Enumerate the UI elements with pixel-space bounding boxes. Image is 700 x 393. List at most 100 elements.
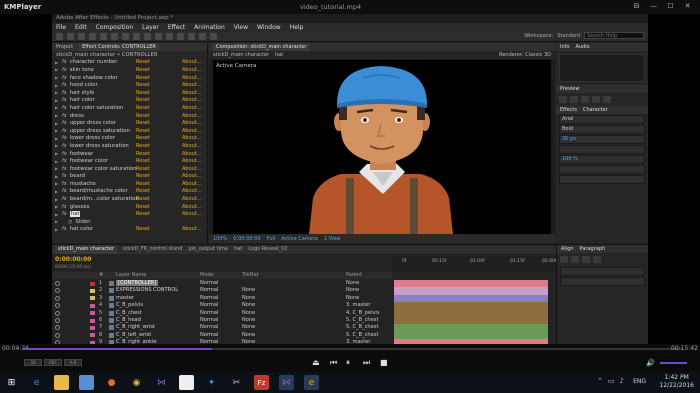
effect-row[interactable]: ▶ fx face shadow color Reset About... bbox=[52, 74, 207, 82]
fx-icon[interactable]: fx bbox=[62, 158, 67, 164]
pause-icon[interactable]: ⏸ bbox=[346, 358, 350, 368]
tab-logo-reveal[interactable]: Logo Reveal_02 bbox=[248, 245, 287, 254]
fx-icon[interactable]: fx bbox=[62, 82, 67, 88]
reset-link[interactable]: Reset bbox=[136, 166, 150, 172]
about-link[interactable]: About... bbox=[182, 151, 202, 157]
label-color-swatch[interactable] bbox=[90, 303, 95, 308]
effect-row[interactable]: ▶ fx lower dress color Reset About... bbox=[52, 135, 207, 143]
trkmat-select[interactable]: None bbox=[242, 302, 255, 308]
chrome-icon[interactable]: ◉ bbox=[129, 375, 144, 390]
expand-triangle-icon[interactable]: ▶ bbox=[55, 197, 59, 202]
rec-button[interactable]: REC bbox=[44, 359, 62, 366]
effect-row[interactable]: ▶ fx glasses Reset About... bbox=[52, 203, 207, 211]
reset-link[interactable]: Reset bbox=[136, 196, 150, 202]
parent-select[interactable]: 5. C_B_chest bbox=[346, 324, 378, 330]
label-color-swatch[interactable] bbox=[90, 333, 95, 338]
reset-link[interactable]: Reset bbox=[136, 135, 150, 141]
reset-link[interactable]: Reset bbox=[136, 211, 150, 217]
pin-icon[interactable]: ⊟ bbox=[630, 2, 643, 11]
parent-select[interactable]: 3. master bbox=[346, 302, 370, 308]
indent-field[interactable] bbox=[560, 267, 645, 276]
menu-window[interactable]: Window bbox=[257, 24, 281, 31]
tab-effect-controls[interactable]: Effect Controls: CONTROLLER bbox=[79, 43, 159, 51]
fx-icon[interactable]: fx bbox=[62, 166, 67, 172]
search-help-input[interactable]: Search Help bbox=[584, 32, 644, 39]
parent-select[interactable]: 4. C_B_pelvis bbox=[346, 310, 380, 316]
reset-link[interactable]: Reset bbox=[136, 90, 150, 96]
effect-row[interactable]: ▶ fx hair color saturation Reset About... bbox=[52, 104, 207, 112]
puppet-tool-icon[interactable] bbox=[210, 33, 217, 40]
about-link[interactable]: About... bbox=[182, 90, 202, 96]
layer-row[interactable]: 6 C_B_head Normal None 5. C_B_chest bbox=[52, 317, 392, 324]
about-link[interactable]: About... bbox=[182, 75, 202, 81]
fx-icon[interactable]: fx bbox=[62, 181, 67, 187]
fx-icon[interactable]: fx bbox=[62, 120, 67, 126]
label-color-swatch[interactable] bbox=[90, 296, 95, 301]
fx-icon[interactable]: fx bbox=[62, 151, 67, 157]
about-link[interactable]: About... bbox=[182, 59, 202, 65]
fx-icon[interactable]: fx bbox=[62, 67, 67, 73]
menu-view[interactable]: View bbox=[234, 24, 248, 31]
parent-select[interactable]: None bbox=[346, 280, 359, 286]
about-link[interactable]: About... bbox=[182, 67, 202, 73]
last-frame-icon[interactable] bbox=[603, 96, 611, 103]
layer-name[interactable]: C_B_chest bbox=[116, 310, 142, 316]
trkmat-select[interactable]: None bbox=[242, 310, 255, 316]
menu-effect[interactable]: Effect bbox=[168, 24, 185, 31]
pan-tool-icon[interactable] bbox=[122, 33, 129, 40]
effect-row[interactable]: ▶ fx footwear color Reset About... bbox=[52, 157, 207, 165]
expand-triangle-icon[interactable]: ▶ bbox=[55, 227, 59, 232]
speaker-icon[interactable]: ♪ bbox=[620, 377, 624, 385]
tab-project[interactable]: Project bbox=[56, 43, 73, 51]
align-left-icon[interactable] bbox=[560, 256, 568, 263]
about-link[interactable]: About... bbox=[182, 97, 202, 103]
style-buttons[interactable] bbox=[559, 175, 645, 184]
reset-link[interactable]: Reset bbox=[136, 151, 150, 157]
close-icon[interactable]: ✕ bbox=[681, 2, 694, 11]
firefox-icon[interactable]: ● bbox=[104, 375, 119, 390]
trkmat-select[interactable]: None bbox=[242, 295, 255, 301]
parent-select[interactable]: None bbox=[346, 295, 359, 301]
expand-triangle-icon[interactable]: ▶ bbox=[55, 105, 59, 110]
label-color-swatch[interactable] bbox=[90, 325, 95, 330]
expand-triangle-icon[interactable]: ▶ bbox=[55, 174, 59, 179]
expand-triangle-icon[interactable]: ▶ bbox=[55, 219, 59, 224]
fx-icon[interactable]: fx bbox=[62, 173, 67, 179]
timeline-timecode[interactable]: 0:00:00:00 bbox=[55, 256, 91, 263]
edge-icon[interactable]: e bbox=[29, 375, 44, 390]
tab-audio[interactable]: Audio bbox=[575, 43, 589, 51]
effect-row[interactable]: ▶ fx lower dress saturation Reset About... bbox=[52, 142, 207, 150]
reset-link[interactable]: Reset bbox=[136, 113, 150, 119]
start-icon[interactable]: ⊞ bbox=[4, 375, 19, 390]
visibility-icon[interactable] bbox=[55, 303, 60, 309]
expand-triangle-icon[interactable]: ▶ bbox=[55, 67, 59, 72]
parent-select[interactable]: None bbox=[346, 287, 359, 293]
volume-icon[interactable]: 🔊 bbox=[646, 359, 655, 367]
about-link[interactable]: About... bbox=[182, 143, 202, 149]
reset-link[interactable]: Reset bbox=[136, 120, 150, 126]
chevron-up-icon[interactable]: ⌃ bbox=[597, 377, 603, 385]
layer-row[interactable]: 7 C_B_right_wrist Normal None 5. C_B_chest bbox=[52, 324, 392, 331]
visibility-icon[interactable] bbox=[55, 325, 60, 331]
visibility-icon[interactable] bbox=[55, 332, 60, 338]
align-center-icon[interactable] bbox=[571, 256, 579, 263]
expand-triangle-icon[interactable]: ▶ bbox=[55, 166, 59, 171]
visibility-icon[interactable] bbox=[55, 281, 60, 286]
reset-link[interactable]: Reset bbox=[136, 188, 150, 194]
reset-link[interactable]: Reset bbox=[136, 158, 150, 164]
reset-link[interactable]: Reset bbox=[136, 128, 150, 134]
tab-character[interactable]: Character bbox=[583, 106, 608, 114]
expand-triangle-icon[interactable]: ▶ bbox=[55, 143, 59, 148]
about-link[interactable]: About... bbox=[182, 188, 202, 194]
fx-icon[interactable]: fx bbox=[62, 196, 67, 202]
home-tool-icon[interactable] bbox=[56, 33, 63, 40]
seek-bar[interactable]: 00:04:24 00:15:42 bbox=[0, 344, 700, 354]
tab-hat[interactable]: hat bbox=[234, 245, 242, 254]
effect-row[interactable]: ▶ fx dress Reset About... bbox=[52, 112, 207, 120]
expand-triangle-icon[interactable]: ▶ bbox=[55, 181, 59, 186]
expand-triangle-icon[interactable]: ▶ bbox=[55, 151, 59, 156]
expand-triangle-icon[interactable]: ▶ bbox=[55, 83, 59, 88]
fx-icon[interactable]: fx bbox=[62, 128, 67, 134]
prev-frame-icon[interactable] bbox=[570, 96, 578, 103]
about-link[interactable]: About... bbox=[182, 105, 202, 111]
